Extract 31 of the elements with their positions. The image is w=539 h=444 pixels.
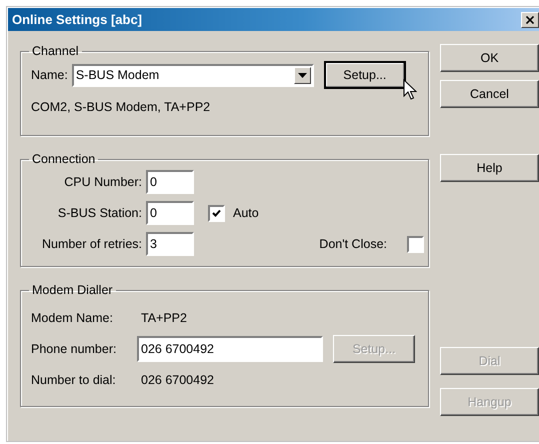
button[interactable]: OK [440,44,539,72]
button[interactable]: Setup... [324,61,406,89]
group-label: Channel [31,44,80,58]
input-field[interactable]: 0 [146,170,194,194]
checkbox-label: Auto [233,206,259,220]
field-label: Number to dial: [31,373,117,387]
checkbox[interactable] [407,236,424,252]
button[interactable]: Cancel [440,80,539,108]
window-title: Online Settings [abc] [11,12,142,27]
button[interactable]: Help [440,154,539,182]
field-label: Name: [31,68,68,82]
field-label: S-BUS Station: [56,206,142,220]
input-field[interactable]: 3 [146,232,194,256]
input-field[interactable]: 0 [146,201,194,225]
checkbox[interactable] [208,204,225,222]
dropdown[interactable]: S-BUS Modem [72,64,314,86]
close-icon[interactable] [526,16,534,24]
field-value: 026 6700492 [141,373,214,387]
field-label: Modem Name: [31,311,114,325]
status-text: COM2, S-BUS Modem, TA+PP2 [31,100,212,114]
close-button[interactable] [521,12,539,28]
checkbox-label: Don't Close: [319,237,387,251]
check-icon [212,208,221,218]
input-field[interactable]: 026 6700492 [137,336,323,362]
cursor-icon [403,79,417,101]
field-label: Number of retries: [40,237,142,251]
field-label: CPU Number: [63,175,142,189]
group-label: Connection [31,152,96,166]
field-value: TA+PP2 [141,311,187,325]
field-label: Phone number: [31,342,118,356]
group-label: Modem Dialler [31,283,114,297]
